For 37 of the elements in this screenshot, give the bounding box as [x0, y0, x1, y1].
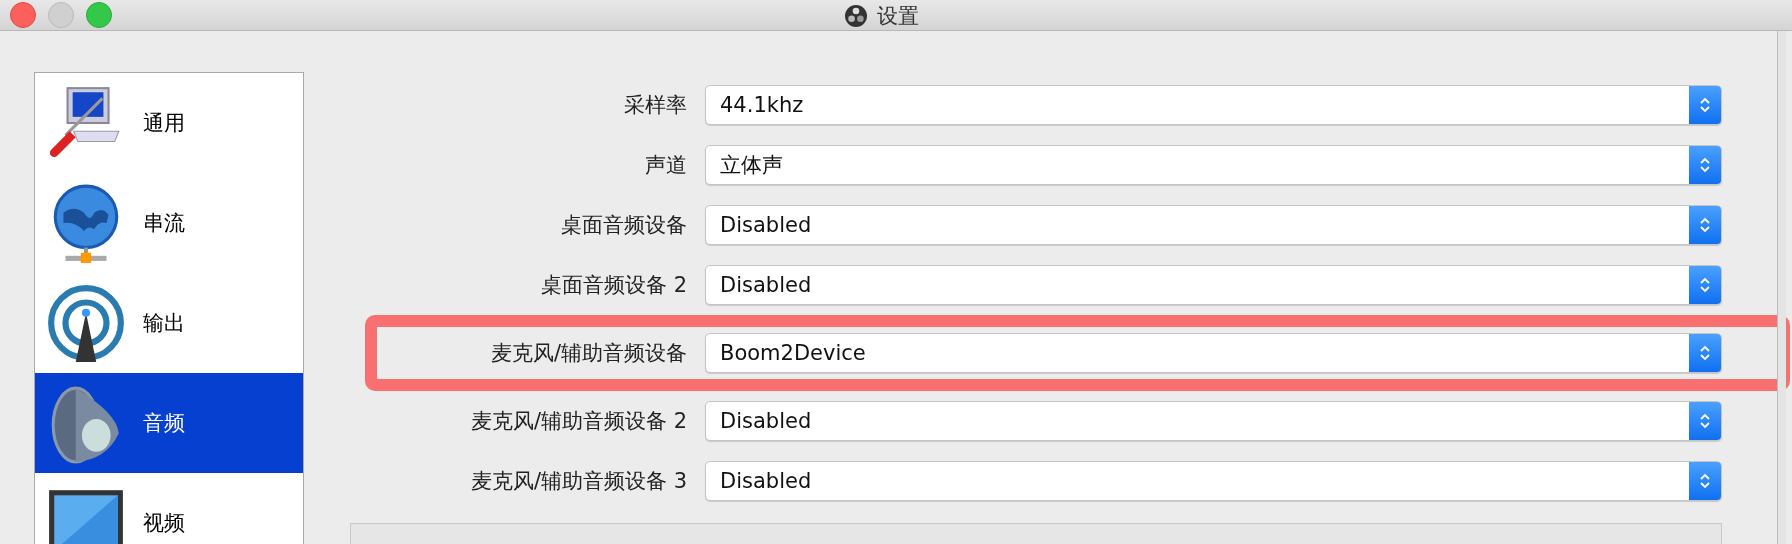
- sidebar-item[interactable]: 音频: [35, 373, 303, 473]
- up-down-arrows-icon: [1698, 343, 1712, 363]
- sidebar-label: 视频: [143, 510, 185, 537]
- app-logo-icon: [845, 5, 867, 27]
- up-down-arrows-icon: [1698, 155, 1712, 175]
- field-label: 声道: [644, 152, 688, 179]
- up-down-arrows-icon: [1698, 95, 1712, 115]
- field-label: 麦克风/辅助音频设备: [489, 340, 688, 367]
- sidebar-label: 音频: [143, 410, 185, 437]
- sidebar-label: 串流: [143, 210, 185, 237]
- field-label: 桌面音频设备: [560, 212, 688, 239]
- field-label: 桌面音频设备 2: [539, 272, 688, 299]
- field-label: 采样率: [623, 92, 688, 119]
- dropdown[interactable]: 立体声: [705, 145, 1722, 185]
- field-label: 麦克风/辅助音频设备 3: [469, 468, 688, 495]
- sidebar-item[interactable]: 视频: [35, 473, 303, 544]
- sidebar-item[interactable]: 输出: [35, 273, 303, 373]
- broadcast-antenna-icon: [45, 282, 127, 364]
- up-down-arrows-icon: [1698, 411, 1712, 431]
- dropdown[interactable]: 44.1khz: [705, 85, 1722, 125]
- sidebar-item[interactable]: 通用: [35, 73, 303, 173]
- zoom-button[interactable]: [86, 2, 112, 28]
- dropdown[interactable]: Disabled: [705, 401, 1722, 441]
- field-label: 麦克风/辅助音频设备 2: [469, 408, 688, 435]
- dropdown[interactable]: Disabled: [705, 205, 1722, 245]
- close-button[interactable]: [10, 2, 36, 28]
- dropdown[interactable]: Disabled: [705, 461, 1722, 501]
- window-title: 设置: [877, 3, 919, 30]
- dropdown[interactable]: Disabled: [705, 265, 1722, 305]
- minimize-button[interactable]: [48, 2, 74, 28]
- sidebar-label: 通用: [143, 110, 185, 137]
- dropdown[interactable]: Boom2Device: [705, 333, 1722, 373]
- up-down-arrows-icon: [1698, 215, 1712, 235]
- up-down-arrows-icon: [1698, 471, 1712, 491]
- sidebar-label: 输出: [143, 310, 185, 337]
- sidebar-item[interactable]: 串流: [35, 173, 303, 273]
- up-down-arrows-icon: [1698, 275, 1712, 295]
